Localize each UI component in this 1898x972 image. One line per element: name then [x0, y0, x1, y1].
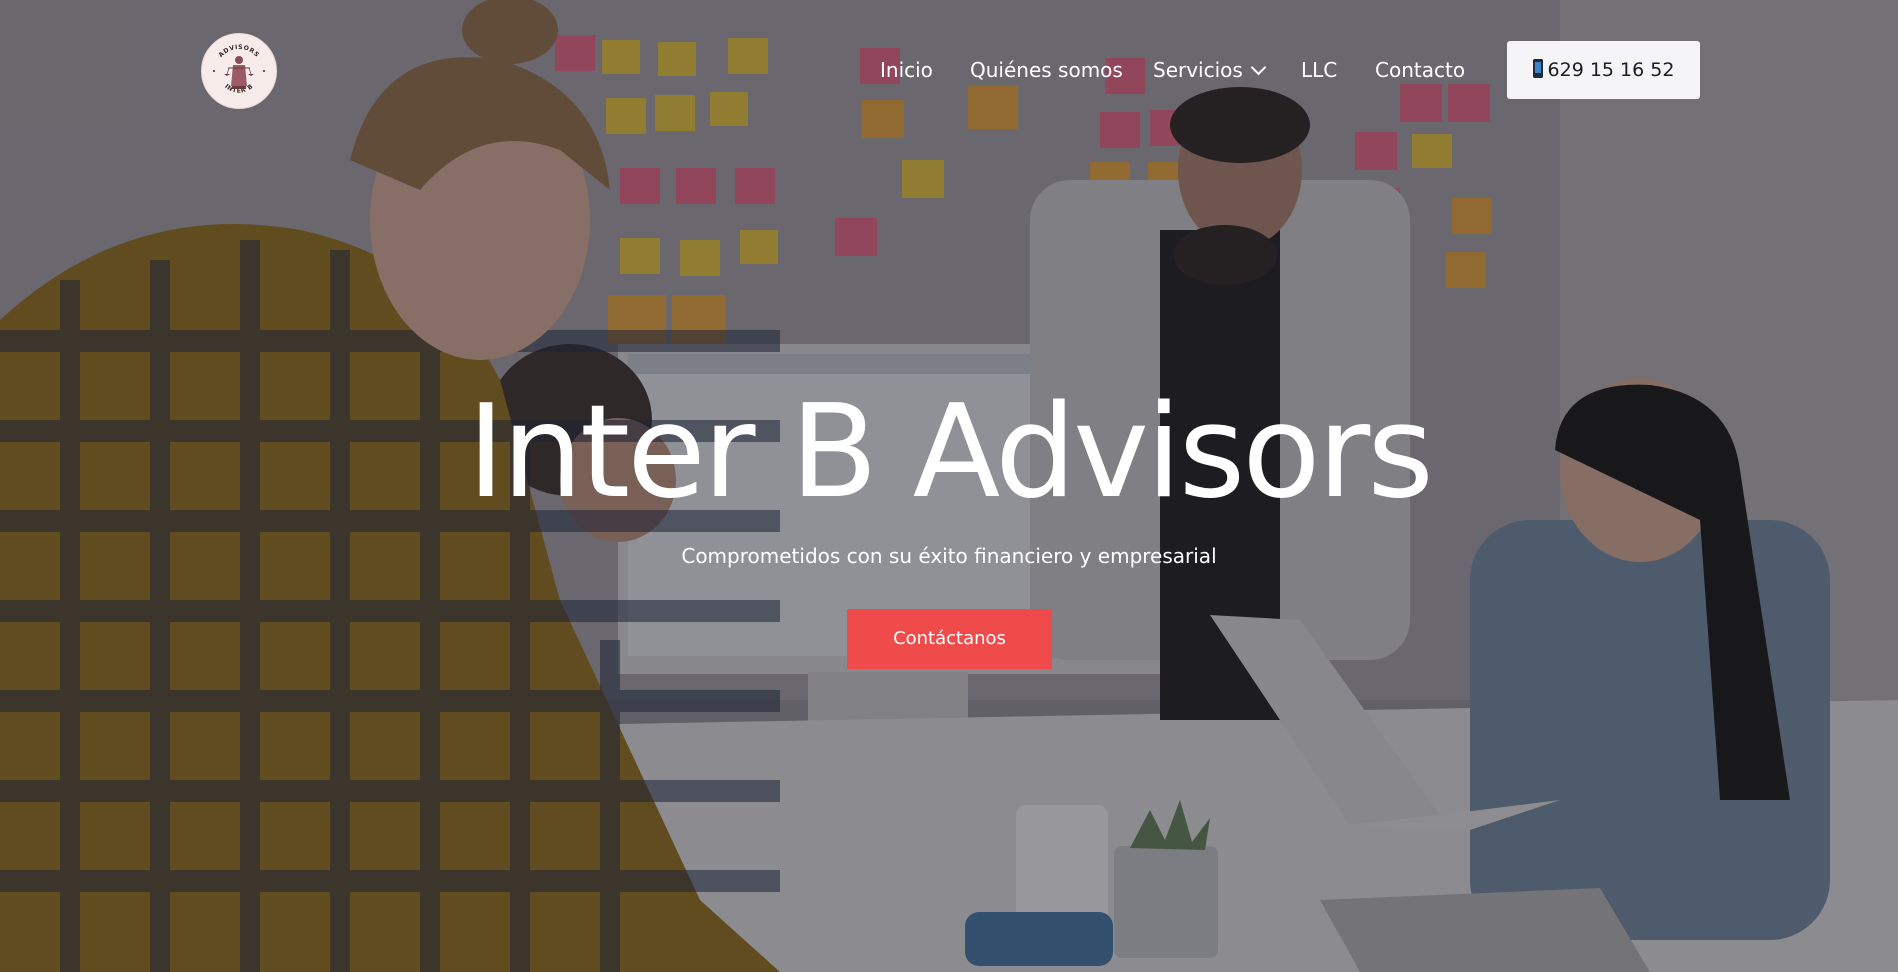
site-header: ADVISORS INTER B Inicio Quiénes somos Se… — [0, 0, 1898, 140]
chevron-down-icon[interactable] — [1250, 59, 1267, 76]
hero-title: Inter B Advisors — [467, 378, 1434, 527]
nav-item-label: Inicio — [880, 58, 933, 82]
contact-cta-button[interactable]: Contáctanos — [847, 609, 1052, 669]
nav-item-quienes-somos[interactable]: Quiénes somos — [970, 50, 1123, 90]
nav-item-llc[interactable]: LLC — [1301, 50, 1337, 90]
phone-button[interactable]: 629 15 16 52 — [1507, 41, 1700, 99]
nav-item-label: Servicios — [1153, 58, 1243, 82]
nav-item-label: Quiénes somos — [970, 58, 1123, 82]
nav-item-contacto[interactable]: Contacto — [1375, 50, 1465, 90]
nav-item-label: LLC — [1301, 58, 1338, 82]
justice-statue-icon: ADVISORS INTER B — [213, 44, 265, 95]
nav-item-inicio[interactable]: Inicio — [880, 50, 933, 90]
brand-logo[interactable]: ADVISORS INTER B — [201, 33, 277, 109]
mobile-phone-icon — [1532, 59, 1543, 78]
hero-subtitle: Comprometidos con su éxito financiero y … — [681, 544, 1217, 568]
nav-item-label: Contacto — [1375, 58, 1466, 82]
nav-item-servicios[interactable]: Servicios — [1153, 50, 1267, 90]
phone-number: 629 15 16 52 — [1547, 59, 1675, 81]
hero-section: ADVISORS INTER B Inicio Quiénes somos Se… — [0, 0, 1898, 972]
